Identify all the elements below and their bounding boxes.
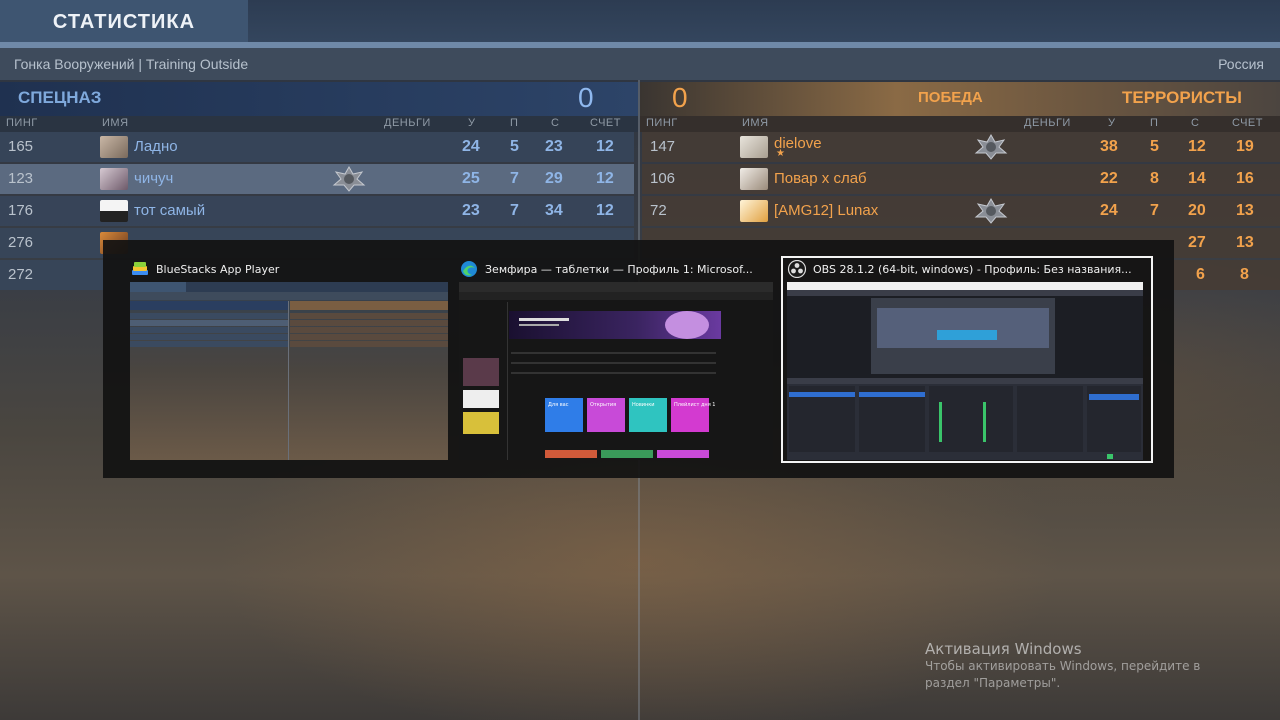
col-name: ИМЯ (102, 117, 129, 129)
player-deaths: 5 (510, 138, 519, 155)
t-team-score: 0 (672, 82, 688, 113)
edge-card-label: Плейлист дня 1 (674, 401, 715, 408)
player-assists: 29 (545, 170, 563, 187)
player-score: 13 (1236, 202, 1254, 219)
col-score: СЧЕТ (1232, 117, 1263, 129)
avatar (740, 136, 768, 158)
player-ping: 165 (8, 138, 34, 155)
window-thumbnail (130, 282, 448, 460)
edge-card-label: Открытия (590, 402, 616, 408)
rank-badge-icon (974, 134, 1008, 160)
player-deaths: 7 (510, 170, 519, 187)
player-ping: 276 (8, 234, 34, 251)
player-ping: 147 (650, 138, 676, 155)
window-title: Земфира — таблетки — Профиль 1: Microsof… (485, 263, 753, 276)
player-kills: 38 (1100, 138, 1118, 155)
col-ping: ПИНГ (646, 117, 678, 129)
player-score: 8 (1240, 266, 1249, 283)
player-assists: 27 (1188, 234, 1206, 251)
col-assists: С (551, 117, 560, 129)
windows-activation-text: Чтобы активировать Windows, перейдите в … (925, 659, 1201, 690)
tab-statistics-label: СТАТИСТИКА (52, 10, 196, 33)
col-name: ИМЯ (742, 117, 769, 129)
selected-window-highlight (781, 256, 1153, 463)
player-score: 12 (596, 202, 614, 219)
player-assists: 20 (1188, 202, 1206, 219)
t-column-headers: ПИНГ ИМЯ ДЕНЬГИ У П С СЧЕТ (640, 116, 1280, 132)
col-score: СЧЕТ (590, 117, 621, 129)
player-score: 13 (1236, 234, 1254, 251)
player-ping: 106 (650, 170, 676, 187)
player-score: 19 (1236, 138, 1254, 155)
col-kills: У (1108, 117, 1116, 129)
player-kills: 24 (1100, 202, 1118, 219)
t-team-status: ПОБЕДА (918, 89, 983, 106)
window-thumbnail: Для вас Открытия Новинки Плейлист дня 1 (459, 282, 773, 460)
t-player-row[interactable]: 147 dielove ★ 38 5 12 19 (642, 132, 1280, 162)
player-assists: 14 (1188, 170, 1206, 187)
ct-team-name: СПЕЦНАЗ (18, 88, 102, 107)
col-money: ДЕНЬГИ (1024, 117, 1071, 129)
t-player-row[interactable]: 72 [AMG12] Lunax 24 7 20 13 (642, 196, 1280, 226)
col-deaths: П (1150, 117, 1159, 129)
server-region: Россия (1218, 56, 1264, 72)
player-assists: 34 (545, 202, 563, 219)
player-name: [AMG12] Lunax (774, 202, 879, 219)
player-deaths: 5 (1150, 138, 1159, 155)
windows-activation-title: Активация Windows (925, 640, 1082, 658)
player-assists: 6 (1196, 266, 1205, 283)
player-name: Ладно (134, 138, 178, 155)
player-kills: 24 (462, 138, 480, 155)
window-card-bluestacks[interactable]: BlueStacks App Player (130, 256, 448, 460)
player-star-icon: ★ (776, 148, 785, 159)
player-deaths: 7 (510, 202, 519, 219)
player-score: 12 (596, 170, 614, 187)
bluestacks-icon (132, 262, 148, 275)
window-card-edge[interactable]: Земфира — таблетки — Профиль 1: Microsof… (459, 256, 773, 460)
ct-column-headers: ПИНГ ИМЯ ДЕНЬГИ У П С СЧЕТ (0, 116, 638, 132)
player-name: тот самый (134, 202, 206, 219)
tab-statistics[interactable]: СТАТИСТИКА (0, 0, 248, 44)
edge-card-label: Для вас (548, 402, 569, 408)
avatar (100, 168, 128, 190)
player-assists: 23 (545, 138, 563, 155)
player-ping: 176 (8, 202, 34, 219)
edge-card-label: Новинки (632, 402, 655, 408)
col-ping: ПИНГ (6, 117, 38, 129)
edge-icon (461, 261, 477, 277)
col-kills: У (468, 117, 476, 129)
player-ping: 123 (8, 170, 34, 187)
avatar (100, 136, 128, 158)
player-ping: 72 (650, 202, 667, 219)
match-info: Гонка Вооружений | Training Outside (14, 56, 249, 72)
player-deaths: 8 (1150, 170, 1159, 187)
ct-player-row[interactable]: 123 чичуч 25 7 29 12 (0, 164, 634, 194)
ct-team-score: 0 (578, 82, 594, 113)
avatar (100, 200, 128, 222)
window-title: BlueStacks App Player (156, 263, 280, 276)
avatar (740, 200, 768, 222)
player-kills: 25 (462, 170, 480, 187)
rank-badge-icon (974, 198, 1008, 224)
player-score: 12 (596, 138, 614, 155)
avatar (740, 168, 768, 190)
player-kills: 23 (462, 202, 480, 219)
col-assists: С (1191, 117, 1200, 129)
player-name: Повар х слаб (774, 170, 867, 187)
player-assists: 12 (1188, 138, 1206, 155)
player-kills: 22 (1100, 170, 1118, 187)
player-deaths: 7 (1150, 202, 1159, 219)
player-score: 16 (1236, 170, 1254, 187)
window-switcher: BlueStacks App Player Земфира — таблетки… (103, 240, 1174, 478)
t-team-name: ТЕРРОРИСТЫ (1122, 88, 1242, 107)
col-money: ДЕНЬГИ (384, 117, 431, 129)
player-name: чичуч (134, 170, 174, 187)
col-deaths: П (510, 117, 519, 129)
t-player-row[interactable]: 106 Повар х слаб 22 8 14 16 (642, 164, 1280, 194)
player-ping: 272 (8, 266, 34, 283)
ct-player-row[interactable]: 165 Ладно 24 5 23 12 (0, 132, 634, 162)
rank-badge-icon (332, 166, 366, 192)
ct-player-row[interactable]: 176 тот самый 23 7 34 12 (0, 196, 634, 226)
